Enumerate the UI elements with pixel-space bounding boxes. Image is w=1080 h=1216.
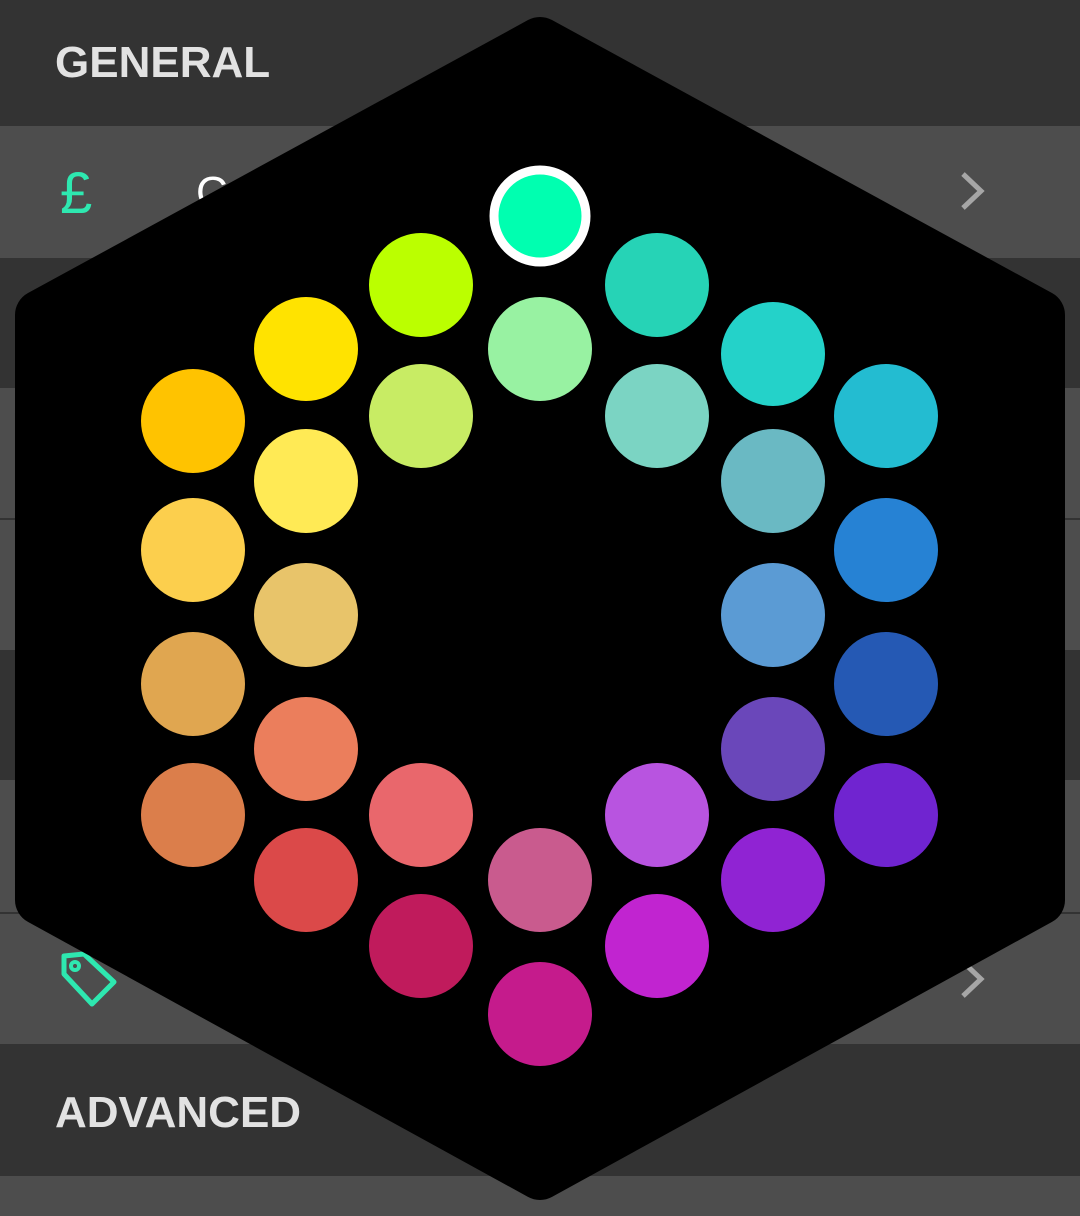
color-swatch-yellow[interactable] xyxy=(254,297,358,401)
color-swatch-salmon[interactable] xyxy=(254,697,358,801)
color-swatch-steel-teal[interactable] xyxy=(721,429,825,533)
color-swatch-cyan[interactable] xyxy=(834,364,938,468)
color-swatch-crimson[interactable] xyxy=(369,894,473,998)
color-swatch-cobalt[interactable] xyxy=(834,632,938,736)
color-swatch-magenta[interactable] xyxy=(605,894,709,998)
color-swatch-pale-yellow[interactable] xyxy=(254,429,358,533)
color-swatch-seafoam[interactable] xyxy=(605,364,709,468)
color-swatch-indigo[interactable] xyxy=(721,697,825,801)
color-swatch-terracotta[interactable] xyxy=(141,763,245,867)
color-swatch-rose[interactable] xyxy=(488,828,592,932)
color-swatch-violet[interactable] xyxy=(834,763,938,867)
color-swatch-mint[interactable] xyxy=(489,165,591,267)
color-swatch-light-green[interactable] xyxy=(488,297,592,401)
color-swatch-azure[interactable] xyxy=(834,498,938,602)
color-swatch-coral[interactable] xyxy=(369,763,473,867)
color-swatch-fuchsia[interactable] xyxy=(488,962,592,1066)
color-picker-popup xyxy=(15,17,1065,1200)
color-swatch-mustard[interactable] xyxy=(141,632,245,736)
color-swatch-purple[interactable] xyxy=(721,828,825,932)
color-swatch-amber[interactable] xyxy=(141,369,245,473)
color-swatch-sky-blue[interactable] xyxy=(721,563,825,667)
color-swatch-red[interactable] xyxy=(254,828,358,932)
color-swatch-marigold[interactable] xyxy=(141,498,245,602)
color-swatch-sand[interactable] xyxy=(254,563,358,667)
color-swatch-lime[interactable] xyxy=(369,233,473,337)
color-swatch-orchid[interactable] xyxy=(605,763,709,867)
color-swatch-yellow-green[interactable] xyxy=(369,364,473,468)
color-swatch-turquoise[interactable] xyxy=(721,302,825,406)
color-swatch-teal[interactable] xyxy=(605,233,709,337)
